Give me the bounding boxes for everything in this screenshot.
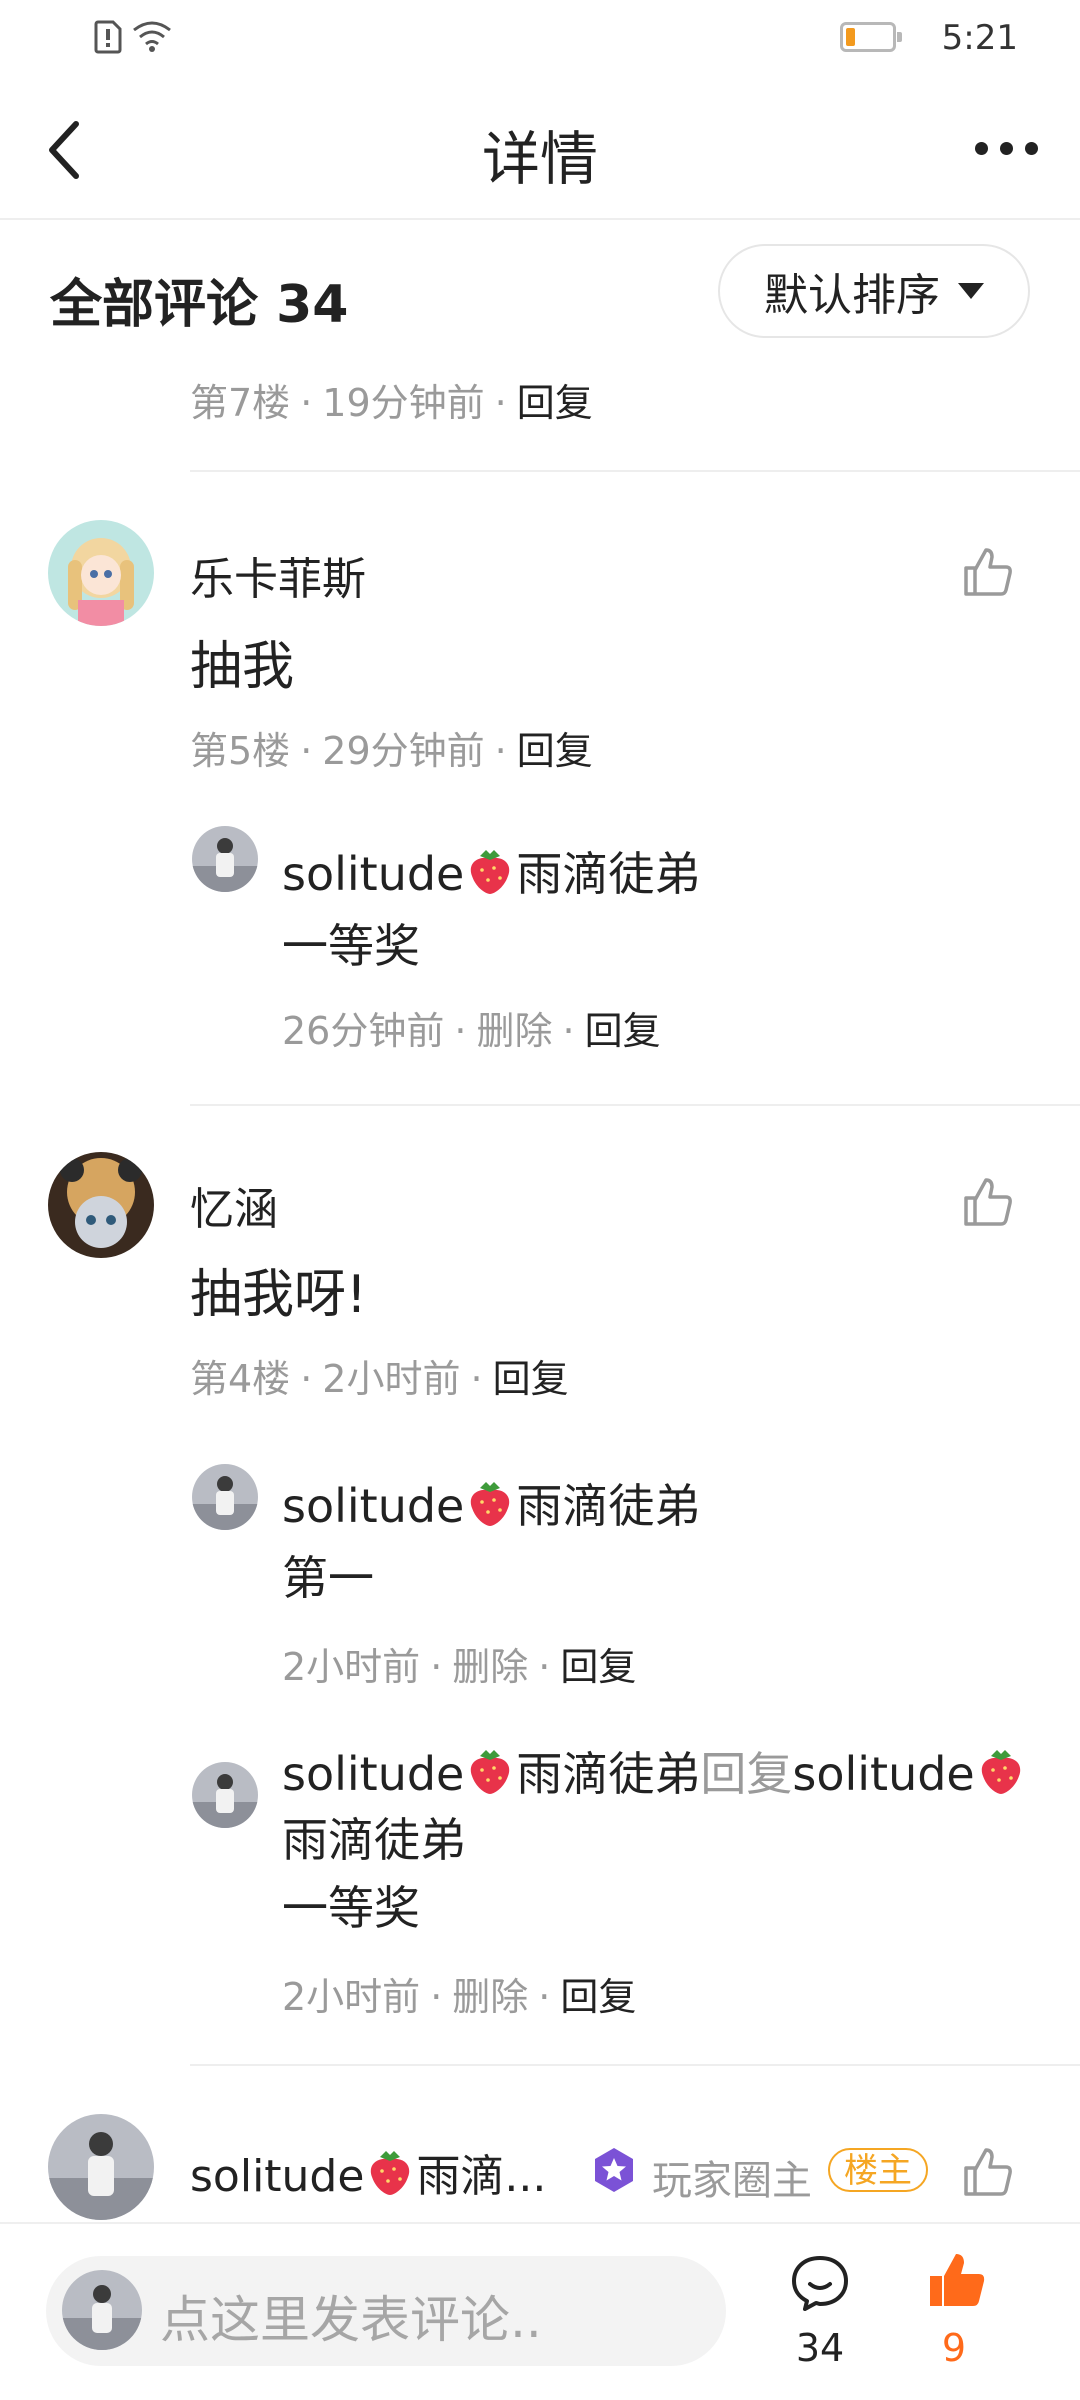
reply-link[interactable]: 回复 [560,1645,636,1689]
reply-text: 一等奖 [282,919,420,973]
like-filled-icon[interactable] [926,2250,986,2310]
circle-owner-icon [595,2148,633,2192]
sort-dropdown[interactable]: 默认排序 [718,244,1030,338]
sort-label: 默认排序 [764,270,940,321]
comment-username[interactable]: solitude 雨滴... [190,2140,546,2204]
reply-link[interactable]: 回复 [517,381,593,425]
comment-username[interactable]: 乐卡菲斯 [190,543,366,607]
battery-icon [840,22,902,52]
avatar[interactable] [192,1762,258,1828]
avatar[interactable] [48,1152,154,1258]
strawberry-icon [371,2151,410,2195]
caret-down-icon [958,283,984,299]
wifi-icon [133,21,171,52]
reply-username[interactable]: solitude 雨滴徒弟 [282,1470,700,1536]
comment-meta: 第4楼 · 2小时前 · 回复 [190,1357,569,1401]
status-time: 5:21 [941,18,1018,58]
comment-icon[interactable] [790,2254,850,2312]
divider [190,1104,1080,1106]
reply-text: 一等奖 [282,1881,420,1935]
divider [190,2064,1080,2066]
reply-link[interactable]: 回复 [517,729,593,773]
page-title: 详情 [481,125,598,193]
comment-username[interactable]: 忆涵 [190,1173,278,1237]
like-icon[interactable] [962,1176,1014,1228]
strawberry-icon [471,850,510,894]
comment-count: 34 [795,2326,845,2370]
reply-link[interactable]: 回复 [560,1975,636,2019]
sim-alert-icon [94,20,122,54]
comment-meta: 第5楼 · 29分钟前 · 回复 [190,729,593,773]
my-avatar [62,2270,142,2350]
reply-to-suffix: 雨滴徒弟 [282,1813,466,1867]
avatar[interactable] [192,1464,258,1530]
comment-text: 抽我呀! [190,1265,367,1325]
like-count: 9 [941,2326,967,2370]
battery-level [846,28,855,46]
like-icon[interactable] [962,2146,1014,2198]
reply-username[interactable]: solitude 雨滴徒弟 [282,838,700,904]
status-bar: 5:21 [0,0,1080,80]
strawberry-icon [981,1750,1020,1794]
role-label: 玩家圈主 [652,2158,812,2204]
strawberry-icon [471,1750,510,1794]
reply-link[interactable]: 回复 [585,1009,661,1053]
reply-link[interactable]: 回复 [493,1357,569,1401]
comment-text: 抽我 [190,637,295,697]
reply-username[interactable]: solitude 雨滴徒弟回复solitude [282,1738,1027,1804]
delete-link[interactable]: 删除 [452,1975,528,2019]
reply-meta: 2小时前 · 删除 · 回复 [282,1645,637,1689]
delete-link[interactable]: 删除 [452,1645,528,1689]
reply-to-username[interactable]: solitude [792,1747,974,1801]
more-icon[interactable] [975,140,1050,159]
comment-meta: 第7楼 · 19分钟前 · 回复 [190,381,593,425]
avatar[interactable] [48,2114,154,2220]
comments-count-title: 全部评论 34 [50,275,349,335]
comment-input-placeholder: 点这里发表评论.. [160,2291,542,2349]
owner-badge: 楼主 [828,2148,928,2192]
reply-text: 第一 [282,1551,374,1605]
reply-meta: 26分钟前 · 删除 · 回复 [282,1009,661,1053]
delete-link[interactable]: 删除 [476,1009,552,1053]
reply-to-label: 回复 [700,1747,793,1801]
like-icon[interactable] [962,546,1014,598]
avatar[interactable] [48,520,154,626]
divider [190,470,1080,472]
avatar[interactable] [192,826,258,892]
reply-meta: 2小时前 · 删除 · 回复 [282,1975,637,2019]
strawberry-icon [471,1482,510,1526]
